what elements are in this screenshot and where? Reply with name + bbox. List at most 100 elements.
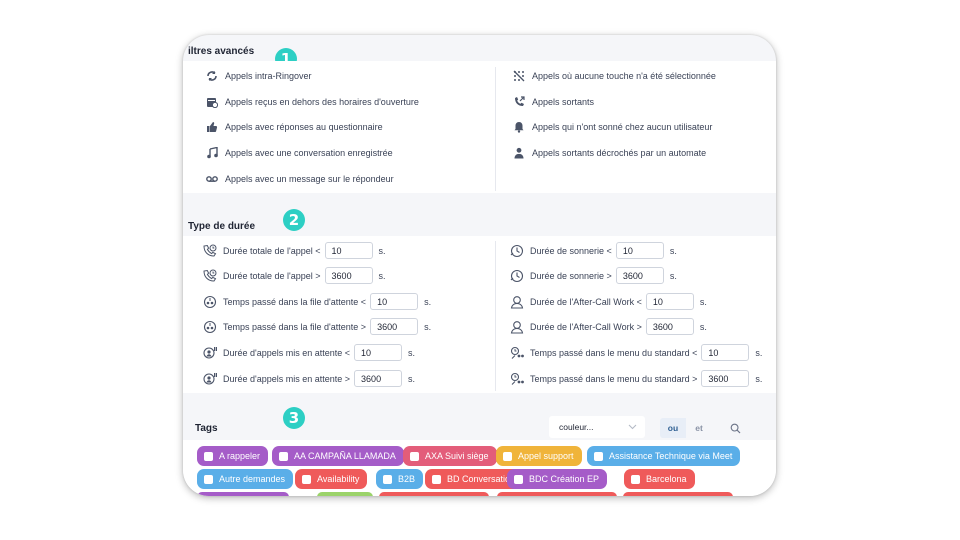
after-call-work-icon xyxy=(510,295,524,309)
ringing-clock-icon xyxy=(510,269,524,283)
duration-row: Durée de l'After-Call Work < 10 s. xyxy=(510,293,707,310)
filter-label: Appels avec un message sur le répondeur xyxy=(225,174,394,184)
tag-checkbox[interactable] xyxy=(514,474,523,484)
filter-questionnaire[interactable]: Appels avec réponses au questionnaire xyxy=(205,120,383,134)
ivr-menu-icon xyxy=(510,346,524,360)
tag-chip[interactable]: A rappeler xyxy=(197,446,269,466)
ivr-menu-icon xyxy=(510,372,524,386)
filter-recorded[interactable]: Appels avec une conversation enregistrée xyxy=(205,146,393,160)
duration-input[interactable]: 3600 xyxy=(370,318,419,335)
duration-label: Durée totale de l'appel > xyxy=(223,270,321,281)
duration-row: Durée totale de l'appel < 10 s. xyxy=(203,242,386,259)
tags-title: Tags xyxy=(195,423,218,434)
tag-label: BDC Création EP xyxy=(529,474,600,484)
duration-label: Temps passé dans le menu du standard > xyxy=(530,373,698,384)
tag-label: BD Conversation xyxy=(447,474,516,484)
tag-chip[interactable]: Availability xyxy=(295,469,368,489)
tag-checkbox[interactable] xyxy=(383,474,392,484)
voicemail-icon xyxy=(205,172,219,186)
unit-label: s. xyxy=(755,373,763,384)
unit-label: s. xyxy=(669,270,677,281)
tag-chip[interactable]: Appel support xyxy=(496,446,582,466)
filter-label: Appels sortants décrochés par un automat… xyxy=(532,148,707,158)
duration-label: Temps passé dans le menu du standard < xyxy=(530,347,698,358)
duration-input[interactable]: 10 xyxy=(701,344,750,361)
advanced-filters-divider xyxy=(495,67,496,191)
ringing-clock-icon xyxy=(510,244,524,258)
advanced-filters-title: iltres avancés xyxy=(188,46,255,57)
duration-row: Durée de l'After-Call Work > 3600 s. xyxy=(510,318,707,335)
tag-checkbox[interactable] xyxy=(279,451,288,461)
filter-no-key[interactable]: Appels où aucune touche n'a été sélectio… xyxy=(512,69,716,83)
tag-checkbox[interactable] xyxy=(594,451,603,461)
tag-checkbox[interactable] xyxy=(432,474,441,484)
duration-input[interactable]: 10 xyxy=(615,242,664,259)
duration-input[interactable]: 3600 xyxy=(324,267,373,284)
color-select[interactable]: couleur... xyxy=(549,416,645,438)
hold-icon xyxy=(203,372,217,386)
tag-label: Barcelona xyxy=(646,474,687,484)
tag-chip[interactable]: Autre demandes xyxy=(197,469,294,489)
duration-label: Temps passé dans la file d'attente < xyxy=(223,296,367,307)
filter-intra-ringover[interactable]: Appels intra-Ringover xyxy=(205,69,312,83)
unit-label: s. xyxy=(699,296,707,307)
duration-row: Durée totale de l'appel > 3600 s. xyxy=(203,267,386,284)
tag-checkbox[interactable] xyxy=(503,451,512,461)
tag-chip[interactable]: BDC Création EP xyxy=(507,469,608,489)
tag-checkbox[interactable] xyxy=(204,451,213,461)
filter-not-rung[interactable]: Appels qui n'ont sonné chez aucun utilis… xyxy=(512,120,712,134)
duration-row: Durée de sonnerie > 3600 s. xyxy=(510,267,677,284)
toggle-or[interactable]: ou xyxy=(660,418,686,438)
phone-clock-icon xyxy=(203,269,217,283)
tag-label: Autre demandes xyxy=(219,474,286,484)
tag-chip[interactable]: Assistance Technique via Meet xyxy=(587,446,741,466)
unit-label: s. xyxy=(669,245,677,256)
duration-input[interactable]: 10 xyxy=(324,242,373,259)
duration-input[interactable]: 3600 xyxy=(645,318,694,335)
tag-label: Availability xyxy=(317,474,360,484)
duration-type-title: Type de durée xyxy=(188,221,256,232)
duration-input[interactable]: 3600 xyxy=(615,267,664,284)
toggle-and[interactable]: et xyxy=(686,418,712,438)
duration-input[interactable]: 3600 xyxy=(354,370,403,387)
filter-label: Appels où aucune touche n'a été sélectio… xyxy=(532,71,716,81)
outgoing-call-icon xyxy=(512,95,526,109)
duration-input[interactable]: 10 xyxy=(354,344,403,361)
after-call-work-icon xyxy=(510,320,524,334)
phone-clock-icon xyxy=(203,244,217,258)
tag-partial xyxy=(197,492,289,496)
filter-label: Appels sortants xyxy=(532,97,595,107)
duration-label: Durée de sonnerie > xyxy=(530,270,612,281)
tag-chip[interactable]: AA CAMPAÑA LLAMADA xyxy=(272,446,404,466)
duration-input[interactable]: 3600 xyxy=(701,370,750,387)
tag-chip[interactable]: Barcelona xyxy=(624,469,695,489)
duration-input[interactable]: 10 xyxy=(370,293,419,310)
tag-checkbox[interactable] xyxy=(631,474,640,484)
queue-clock-icon xyxy=(203,295,217,309)
filter-label: Appels avec réponses au questionnaire xyxy=(225,122,383,132)
tag-partial xyxy=(623,492,733,496)
tag-chip[interactable]: AXA Suivi siège xyxy=(403,446,497,466)
tag-checkbox[interactable] xyxy=(410,451,419,461)
music-note-icon xyxy=(205,146,219,160)
duration-row: Temps passé dans la file d'attente > 360… xyxy=(203,318,431,335)
tag-chip[interactable]: B2B xyxy=(376,469,424,489)
thumbs-up-icon xyxy=(205,120,219,134)
duration-label: Durée de sonnerie < xyxy=(530,245,612,256)
filter-automaton[interactable]: Appels sortants décrochés par un automat… xyxy=(512,146,706,160)
tag-label: Assistance Technique via Meet xyxy=(609,451,733,461)
hold-icon xyxy=(203,346,217,360)
unit-label: s. xyxy=(408,373,416,384)
duration-row: Durée d'appels mis en attente > 3600 s. xyxy=(203,370,415,387)
tag-checkbox[interactable] xyxy=(302,474,311,484)
tag-checkbox[interactable] xyxy=(204,474,213,484)
search-icon[interactable] xyxy=(723,418,747,438)
filter-outgoing[interactable]: Appels sortants xyxy=(512,95,594,109)
duration-input[interactable]: 10 xyxy=(645,293,694,310)
duration-row: Durée de sonnerie < 10 s. xyxy=(510,242,677,259)
filter-voicemail[interactable]: Appels avec un message sur le répondeur xyxy=(205,172,394,186)
step-badge-2: 2 xyxy=(283,209,305,231)
filter-outside-hours[interactable]: Appels reçus en dehors des horaires d'ou… xyxy=(205,95,419,109)
unit-label: s. xyxy=(755,347,763,358)
tag-partial xyxy=(497,492,617,496)
